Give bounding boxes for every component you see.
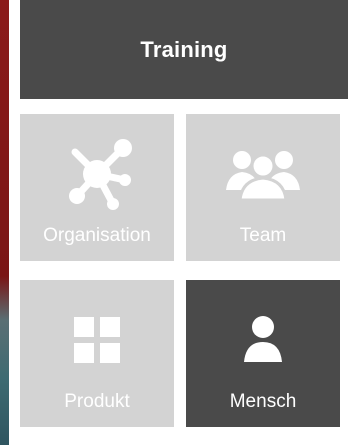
training-menu: Training Organisation Team Produkt Mensc… (9, 0, 350, 445)
tile-produkt[interactable]: Produkt (20, 280, 174, 427)
person-icon (186, 302, 340, 378)
tile-label: Mensch (229, 391, 297, 412)
tile-mensch[interactable]: Mensch (186, 280, 340, 427)
tile-label: Produkt (64, 391, 130, 412)
group-icon (186, 136, 340, 212)
training-header[interactable]: Training (20, 0, 348, 99)
tile-organisation[interactable]: Organisation (20, 114, 174, 261)
tile-label: Organisation (43, 225, 151, 246)
tile-label: Team (239, 225, 287, 246)
background-strip (0, 0, 9, 445)
grid-icon (20, 302, 174, 378)
tile-team[interactable]: Team (186, 114, 340, 261)
network-icon (20, 136, 174, 212)
